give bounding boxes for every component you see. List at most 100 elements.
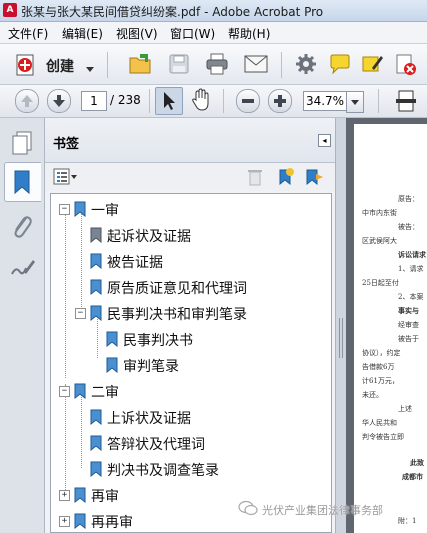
bookmarks-panel: 书签 ◂ − 一审 起诉状及证据 被告证据 原告质证意见和代理词 − 民事判决书… <box>45 118 335 533</box>
expand-bookmark-icon[interactable] <box>304 168 324 189</box>
create-button-label[interactable]: 创建 <box>46 56 74 76</box>
bookmark-node-plaintiff-opinion[interactable]: 原告质证意见和代理词 <box>59 276 319 298</box>
secure-document-icon[interactable] <box>395 54 417 79</box>
bookmark-node-defense-statement[interactable]: 答辩状及代理词 <box>59 432 319 454</box>
window-title: 张某与张大某民间借贷纠纷案.pdf - Adobe Acrobat Pro <box>21 5 324 19</box>
print-icon[interactable] <box>205 53 229 78</box>
doc-line: 告借款6万 <box>362 363 395 371</box>
doc-line: 25日起至付 <box>362 279 399 287</box>
bookmark-icon <box>74 513 86 529</box>
expand-toggle[interactable]: + <box>59 516 70 527</box>
doc-line: 华人民共和 <box>362 419 397 427</box>
bookmark-label: 再审 <box>91 489 119 505</box>
bookmarks-panel-title: 书签 <box>53 137 80 152</box>
highlight-pen-icon[interactable] <box>362 54 384 77</box>
title-bar: A 张某与张大某民间借贷纠纷案.pdf - Adobe Acrobat Pro <box>0 0 427 22</box>
collapse-toggle[interactable]: − <box>59 386 70 397</box>
bookmark-icon <box>106 331 118 347</box>
bookmarks-panel-header: 书签 ◂ <box>45 118 335 163</box>
bookmark-label: 再再审 <box>91 515 133 531</box>
signatures-tab[interactable] <box>4 250 40 288</box>
hand-tool-icon[interactable] <box>189 88 213 115</box>
menu-file[interactable]: 文件(F) <box>8 25 48 42</box>
bookmark-label: 起诉状及证据 <box>107 229 191 245</box>
bookmark-icon <box>74 383 86 399</box>
doc-line: 区武侯阿大 <box>362 237 397 245</box>
doc-line: 中市内东街 <box>362 209 397 217</box>
gear-icon[interactable] <box>296 54 316 77</box>
menu-window[interactable]: 窗口(W) <box>170 25 215 42</box>
cursor-arrow-icon <box>164 92 175 110</box>
select-tool-button[interactable] <box>155 87 183 115</box>
doc-line: 诉讼请求： <box>398 250 427 259</box>
bookmark-node-judgment-records[interactable]: − 民事判决书和审判笔录 <box>59 302 324 324</box>
acrobat-app-icon: A <box>3 3 17 17</box>
paperclip-icon <box>14 216 32 238</box>
zoom-dropdown-button[interactable] <box>346 91 364 113</box>
plus-icon <box>274 95 286 107</box>
create-icon[interactable] <box>14 53 38 80</box>
bookmark-icon <box>74 201 86 217</box>
new-bookmark-icon[interactable] <box>275 168 295 189</box>
bookmark-label: 原告质证意见和代理词 <box>107 281 247 297</box>
previous-page-button[interactable] <box>15 89 39 113</box>
toolbar-divider <box>378 89 379 113</box>
bookmarks-tab[interactable] <box>4 162 41 202</box>
next-page-button[interactable] <box>47 89 71 113</box>
doc-line: 附：1 <box>398 517 417 525</box>
page-thumbnails-tab[interactable] <box>4 124 40 162</box>
menu-bar: 文件(F) 编辑(E) 视图(V) 窗口(W) 帮助(H) <box>0 22 427 44</box>
bookmark-icon <box>90 461 102 477</box>
bookmark-node-civil-judgment[interactable]: 民事判决书 <box>59 328 319 350</box>
bookmark-icon <box>106 357 118 373</box>
document-view[interactable]: 原告： 中市内东街 被告： 区武侯阿大 诉讼请求： 1、请求 25日起至付 2、… <box>346 118 427 533</box>
attachments-tab[interactable] <box>4 208 40 246</box>
zoom-out-button[interactable] <box>236 89 260 113</box>
bookmark-node-trial-records[interactable]: 审判笔录 <box>59 354 319 376</box>
bookmark-node-judgment-investigation[interactable]: 判决书及调查笔录 <box>59 458 319 480</box>
bookmark-icon <box>90 435 102 451</box>
main-toolbar: 创建 <box>0 44 427 85</box>
bookmark-label: 一审 <box>91 203 119 219</box>
bookmark-icon <box>90 227 102 243</box>
bookmark-node-appeal-evidence[interactable]: 上诉状及证据 <box>59 406 319 428</box>
bookmark-label: 二审 <box>91 385 119 401</box>
pages-icon <box>12 131 32 155</box>
fit-page-icon[interactable] <box>395 90 417 115</box>
create-dropdown-chevron-icon[interactable] <box>86 61 94 75</box>
page-number-input[interactable]: 1 <box>81 91 107 111</box>
doc-line: 判令被告立即 <box>362 433 404 441</box>
pdf-page: 原告： 中市内东街 被告： 区武侯阿大 诉讼请求： 1、请求 25日起至付 2、… <box>354 124 427 533</box>
options-menu-icon[interactable] <box>53 168 77 189</box>
bookmark-label: 民事判决书 <box>123 333 193 349</box>
zoom-in-button[interactable] <box>268 89 292 113</box>
bookmark-icon <box>90 409 102 425</box>
collapse-toggle[interactable]: − <box>59 204 70 215</box>
save-icon[interactable] <box>168 53 190 78</box>
toolbar-divider <box>149 89 150 113</box>
arrow-up-icon <box>21 95 33 107</box>
bookmark-node-second-instance[interactable]: − 二审 <box>59 380 319 402</box>
zoom-level-input[interactable]: 34.7% <box>303 91 347 111</box>
bookmark-label: 答辩状及代理词 <box>107 437 205 453</box>
menu-view[interactable]: 视图(V) <box>116 25 158 42</box>
delete-bookmark-trash-icon[interactable] <box>247 168 263 189</box>
email-icon[interactable] <box>244 55 268 76</box>
bookmark-label: 审判笔录 <box>123 359 179 375</box>
open-folder-icon[interactable] <box>128 52 154 79</box>
doc-line: 协议），约定 <box>362 349 401 357</box>
bookmark-label: 民事判决书和审判笔录 <box>107 307 247 323</box>
bookmark-node-complaint-evidence[interactable]: 起诉状及证据 <box>59 224 319 246</box>
doc-line: 1、请求 <box>398 265 424 273</box>
menu-edit[interactable]: 编辑(E) <box>62 25 103 42</box>
bookmark-node-defendant-evidence[interactable]: 被告证据 <box>59 250 319 272</box>
signature-pen-icon <box>11 260 35 275</box>
bookmark-node-first-instance[interactable]: − 一审 <box>59 198 319 220</box>
doc-line: 被告于 <box>398 335 419 343</box>
collapse-toggle[interactable]: − <box>75 308 86 319</box>
menu-help[interactable]: 帮助(H) <box>228 25 270 42</box>
collapse-panel-button[interactable]: ◂ <box>318 134 331 147</box>
bookmark-icon <box>90 305 102 321</box>
expand-toggle[interactable]: + <box>59 490 70 501</box>
comment-icon[interactable] <box>329 54 351 77</box>
